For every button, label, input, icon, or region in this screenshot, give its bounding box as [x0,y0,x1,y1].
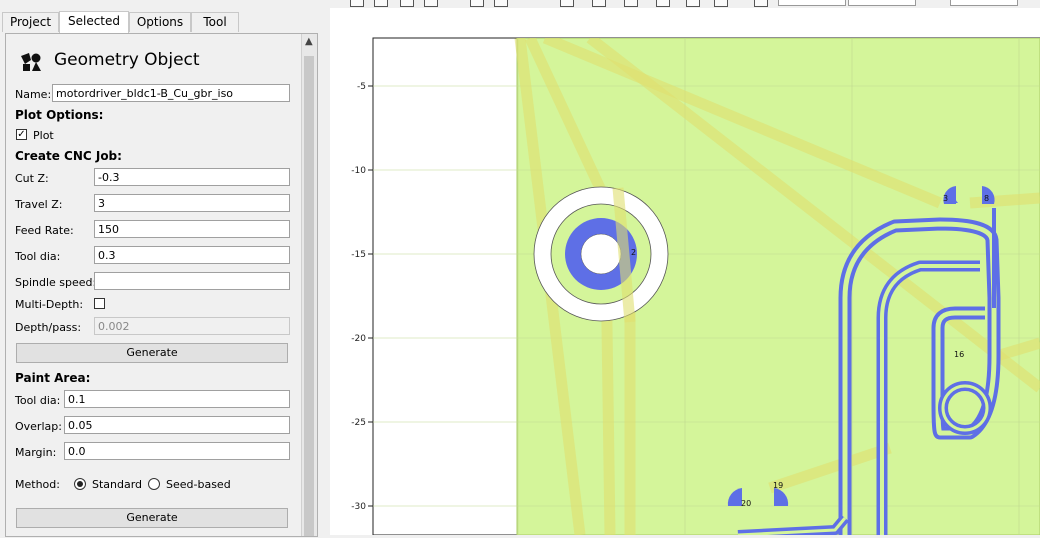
scroll-up-icon[interactable]: ▲ [305,36,313,47]
depth-pass-field: 0.002 [94,317,290,335]
method-seed-label: Seed-based [166,478,231,491]
tool-dia-label: Tool dia: [15,250,61,263]
pad-label-16: 16 [954,350,964,359]
method-seed-radio[interactable] [148,478,160,490]
cut-z-field[interactable]: -0.3 [94,168,290,186]
geometry-icon [21,53,41,71]
y-tick-label: -5 [357,82,366,92]
spindle-speed-label: Spindle speed: [15,276,97,289]
tab-selected[interactable]: Selected [59,11,129,33]
toolbar-polygon-icon[interactable] [470,0,484,7]
toolbar-union-icon[interactable] [624,0,638,7]
cnc-job-label: Create CNC Job: [15,149,122,163]
multi-depth-checkbox[interactable] [94,298,105,309]
scroll-thumb[interactable] [304,56,314,536]
toolbar-grid-y-field[interactable] [848,0,916,6]
toolbar-snap-field[interactable] [950,0,1018,6]
selected-panel: ▲ Geometry Object Name: motordriver_bldc… [5,33,318,537]
toolbar-circle-icon[interactable] [374,0,388,7]
y-tick-label: -10 [351,166,366,176]
toolbar-path-icon[interactable] [494,0,508,7]
y-tick-label: -25 [351,418,366,428]
y-axis: -5 -10 -15 -20 -25 -30 [351,82,373,512]
pad-label-2: 2 [631,248,636,257]
panel-scrollbar[interactable]: ▲ [301,34,317,536]
name-field[interactable]: motordriver_bldc1-B_Cu_gbr_iso [52,84,290,102]
toolbar-delete-icon[interactable] [714,0,728,7]
margin-field[interactable]: 0.0 [64,442,290,460]
pad-2 [533,186,669,323]
tab-tool[interactable]: Tool [191,12,239,32]
plot-canvas[interactable]: 2 3 8 16 19 20 -5 -10 -15 -20 -25 -30 [330,8,1040,536]
toolbar-intersect-icon[interactable] [686,0,700,7]
name-label: Name: [15,88,52,101]
feed-rate-label: Feed Rate: [15,224,74,237]
travel-z-field[interactable]: 3 [94,194,290,212]
plot-label: Plot [33,129,54,142]
tab-options[interactable]: Options [129,12,191,32]
depth-pass-label: Depth/pass: [15,321,82,334]
paint-tool-dia-field[interactable]: 0.1 [64,390,290,408]
method-standard-label: Standard [92,478,143,491]
feed-rate-field[interactable]: 150 [94,220,290,238]
toolbar-arrow-icon[interactable] [350,0,364,7]
cut-z-label: Cut Z: [15,172,49,185]
plot-checkbox[interactable]: ✓ [16,129,27,140]
y-tick-label: -20 [351,334,366,344]
tool-dia-field[interactable]: 0.3 [94,246,290,264]
margin-label: Margin: [15,446,57,459]
y-tick-label: -30 [351,502,366,512]
method-standard-radio[interactable] [74,478,86,490]
tab-project[interactable]: Project [2,12,59,32]
toolbar-copy-icon[interactable] [560,0,574,7]
generate-paint-button[interactable]: Generate [16,508,288,528]
toolbar-cut-icon[interactable] [656,0,670,7]
multi-depth-label: Multi-Depth: [15,298,84,311]
plot-svg[interactable]: 2 3 8 16 19 20 -5 -10 -15 -20 -25 -30 [330,8,1040,536]
paint-area-label: Paint Area: [15,371,91,385]
toolbar-grid-icon[interactable] [754,0,768,7]
toolbar-pen-icon[interactable] [400,0,414,7]
overlap-field[interactable]: 0.05 [64,416,290,434]
spindle-speed-field[interactable] [94,272,290,290]
pad-label-3: 3 [943,194,948,203]
pad-label-20: 20 [741,499,751,508]
page-title: Geometry Object [54,50,200,70]
travel-z-label: Travel Z: [15,198,63,211]
plot-options-label: Plot Options: [15,108,104,122]
pad-label-19: 19 [773,481,783,490]
toolbar-move-icon[interactable] [592,0,606,7]
overlap-label: Overlap: [15,420,62,433]
toolbar-grid-x-field[interactable] [778,0,846,6]
toolbar-rect-icon[interactable] [424,0,438,7]
paint-tool-dia-label: Tool dia: [15,394,61,407]
notebook-tabs: Project Selected Options Tool [0,11,330,33]
pad-label-8: 8 [984,194,989,203]
generate-cnc-button[interactable]: Generate [16,343,288,363]
method-label: Method: [15,478,60,491]
y-tick-label: -15 [351,250,366,260]
